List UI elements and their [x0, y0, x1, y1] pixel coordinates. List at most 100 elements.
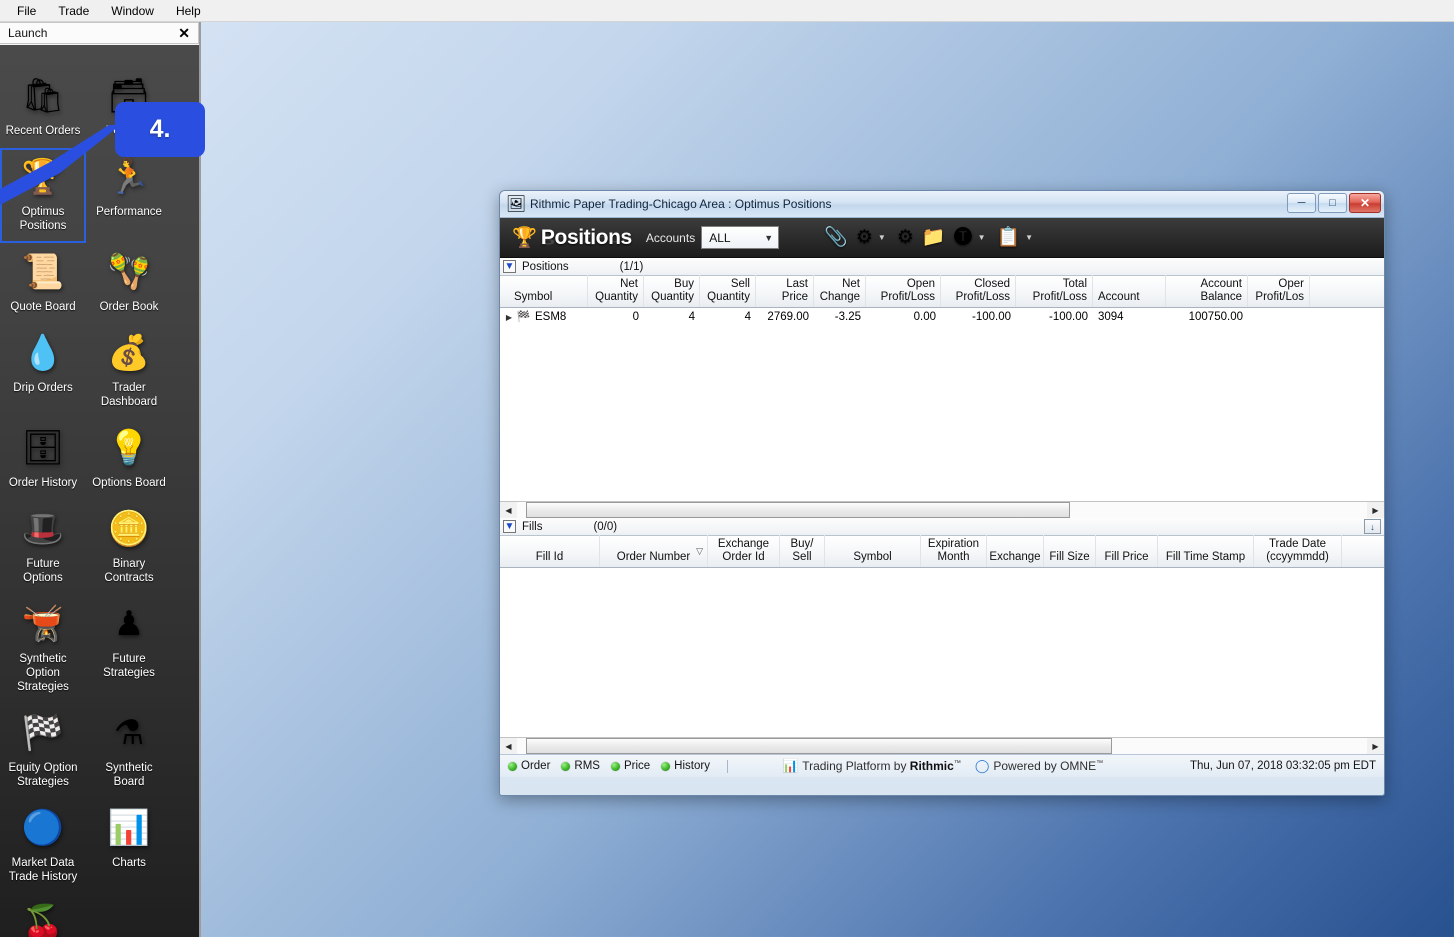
- window-title-bar[interactable]: 🖼 Rithmic Paper Trading-Chicago Area : O…: [500, 191, 1384, 218]
- launch-tile-label: Quote Board: [10, 301, 76, 314]
- future-strategies-icon: ♟: [113, 605, 145, 644]
- window-toolbar: 🏆 Positions Positions Accounts ALL ▼ 📎 ⚙ ▼…: [500, 218, 1384, 258]
- positions_panel-column-header[interactable]: Closed Profit/Loss: [941, 275, 1016, 307]
- cancel-orders-button[interactable]: 📎: [821, 226, 851, 249]
- fills_panel-column-header[interactable]: Symbol: [825, 535, 921, 567]
- cancel-orders-icon: 📎: [824, 227, 848, 248]
- fills-panel-label: Fills: [522, 520, 543, 533]
- quote-board-icon: 📜: [21, 253, 65, 292]
- chevron-down-icon: ▼: [764, 232, 774, 243]
- chevron-down-icon[interactable]: ▼: [878, 233, 886, 242]
- fills_panel-column-header[interactable]: Fill Price: [1096, 535, 1158, 567]
- order-book-icon: 🪇: [107, 253, 151, 292]
- accounts-select[interactable]: ALL ▼: [701, 226, 780, 249]
- close-button[interactable]: ✕: [1349, 193, 1381, 213]
- launch-tile-label: Equity Option Strategies: [8, 762, 78, 789]
- positions_panel-column-header[interactable]: Open Profit/Loss: [866, 275, 941, 307]
- menu-item-window[interactable]: Window: [100, 1, 165, 21]
- launch-tile-synthetic-board[interactable]: ⚗ Synthetic Board: [86, 704, 172, 799]
- row-expander-icon[interactable]: ▶: [502, 308, 516, 327]
- future-options-icon: 🎩: [21, 510, 65, 549]
- fills-scroll-right-icon[interactable]: ▶: [1367, 738, 1384, 754]
- fills_panel-column-header[interactable]: Exchange: [987, 535, 1044, 567]
- fills-panel-count: (0/0): [593, 520, 618, 533]
- sort-indicator-icon: ▽: [696, 546, 703, 557]
- menu-item-help[interactable]: Help: [165, 1, 212, 21]
- chevron-down-icon[interactable]: ▼: [978, 233, 986, 242]
- folder-button[interactable]: 📁: [919, 226, 949, 249]
- fills-scroll-track[interactable]: [517, 738, 1367, 754]
- minimize-button[interactable]: ─: [1287, 193, 1316, 213]
- positions_panel-column-header[interactable]: Account: [1093, 275, 1166, 307]
- positions-brand-icon: 🏆: [512, 227, 537, 249]
- launch-tile-quote-board[interactable]: 📜 Quote Board: [0, 243, 86, 324]
- order-settings-button[interactable]: ⚙ ▼: [853, 226, 892, 249]
- launch-tile-equity-option-strategies[interactable]: 🏁 Equity Option Strategies: [0, 704, 86, 799]
- exit-positions-button[interactable]: ⚙: [894, 226, 917, 249]
- positions_panel-column-header[interactable]: Net Change: [814, 275, 866, 307]
- status-indicator-label: RMS: [574, 760, 600, 772]
- fills-scroll-left-icon[interactable]: ◀: [500, 738, 517, 754]
- launch-tile-order-book[interactable]: 🪇 Order Book: [86, 243, 172, 324]
- launch-tile-drip-orders[interactable]: 💧 Drip Orders: [0, 324, 86, 419]
- filter-icon[interactable]: ▼: [503, 260, 516, 273]
- clipboard-button[interactable]: 📋 ▼: [993, 226, 1039, 249]
- synthetic-board-icon: ⚗: [113, 714, 145, 753]
- fills-collapse-button[interactable]: ↓: [1364, 519, 1381, 534]
- template-text-icon: 🅣: [953, 227, 973, 248]
- fills_panel-column-header[interactable]: Order Number ▽: [600, 535, 708, 567]
- launch-tile-charts[interactable]: 📊 Charts: [86, 799, 172, 894]
- fills_panel-column-header[interactable]: Fill Time Stamp: [1158, 535, 1254, 567]
- table-cell: -100.00: [1048, 311, 1088, 323]
- menu-item-file[interactable]: File: [6, 1, 47, 21]
- positions-scroll-thumb[interactable]: [525, 502, 1070, 518]
- fills_panel-column-header[interactable]: Fill Id: [500, 535, 600, 567]
- positions_panel-column-header[interactable]: Account Balance: [1166, 275, 1248, 307]
- table-cell: ▶ 🏁 ESM8: [500, 308, 588, 327]
- status-indicator-price: Price: [610, 760, 650, 772]
- status-bar: Order RMS Price History 📊 Trading Platform …: [500, 754, 1384, 777]
- fills_panel-column-header[interactable]: Expiration Month: [921, 535, 987, 567]
- app-icon: 🖼: [505, 196, 527, 213]
- launch-tile-order-history[interactable]: 🗄 Order History: [0, 419, 86, 500]
- launch-tile-label: Order History: [8, 477, 78, 490]
- fills-column-headers: Fill Id Order Number ▽ Exchange Order Id Buy…: [500, 535, 1384, 568]
- maximize-button[interactable]: □: [1318, 193, 1347, 213]
- scroll-right-icon[interactable]: ▶: [1367, 502, 1384, 518]
- fills-scroll-thumb[interactable]: [525, 738, 1112, 754]
- positions-horizontal-scrollbar[interactable]: ◀ ▶: [500, 501, 1384, 518]
- template-text-button[interactable]: 🅣 ▼: [951, 226, 992, 249]
- launch-tile-label: Optimus Positions: [19, 206, 67, 233]
- menu-item-trade[interactable]: Trade: [47, 1, 100, 21]
- launch-tile-future-strategies[interactable]: ♟ Future Strategies: [86, 595, 172, 704]
- positions-scroll-track[interactable]: [517, 502, 1367, 518]
- positions_panel-column-header[interactable]: Total Profit/Loss: [1016, 275, 1093, 307]
- chevron-down-icon[interactable]: ▼: [1025, 233, 1033, 242]
- scroll-left-icon[interactable]: ◀: [500, 502, 517, 518]
- positions_panel-column-header[interactable]: Oper Profit/Los: [1248, 275, 1310, 307]
- table-row[interactable]: ▶ 🏁 ESM8 0 4 4 2769.00 -3.25 0.00 -100.00 -100.00 3…: [500, 308, 1384, 327]
- launch-tile-binary-contracts[interactable]: 🪙 Binary Contracts: [86, 500, 172, 595]
- symbol-icon: 🏁: [516, 311, 531, 323]
- positions_panel-column-header[interactable]: Net Quantity: [588, 275, 644, 307]
- launch-tile-options-board[interactable]: 💡 Options Board: [86, 419, 172, 500]
- fills_panel-column-header[interactable]: Trade Date (ccyymmdd): [1254, 535, 1342, 567]
- close-icon[interactable]: ✕: [176, 26, 192, 40]
- fills-filter-icon[interactable]: ▼: [503, 520, 516, 533]
- launch-tile-trader-dashboard[interactable]: 💰 Trader Dashboard: [86, 324, 172, 419]
- fills-horizontal-scrollbar[interactable]: ◀ ▶: [500, 737, 1384, 754]
- fills_panel-column-header[interactable]: Exchange Order Id: [708, 535, 780, 567]
- launch-tile-synthetic-option-strategies[interactable]: 🫕 Synthetic Option Strategies: [0, 595, 86, 704]
- launch-tile-future-options[interactable]: 🎩 Future Options: [0, 500, 86, 595]
- fills_panel-column-header[interactable]: Fill Size: [1044, 535, 1096, 567]
- positions_panel-column-header[interactable]: Last Price: [756, 275, 814, 307]
- market-data-trade-history-icon: 🔵: [21, 809, 65, 848]
- launch-tile-indexes[interactable]: 🍒Indexes: [0, 894, 86, 937]
- positions_panel-column-header[interactable]: Buy Quantity: [644, 275, 700, 307]
- fills_panel-column-header[interactable]: Buy/ Sell: [780, 535, 825, 567]
- positions_panel-column-header[interactable]: Sell Quantity: [700, 275, 756, 307]
- omne-logo-icon: ◯: [974, 758, 990, 773]
- positions_panel-column-header[interactable]: Symbol: [500, 275, 588, 307]
- drip-orders-icon: 💧: [21, 334, 65, 373]
- launch-tile-market-data-trade-history[interactable]: 🔵 Market Data Trade History: [0, 799, 86, 894]
